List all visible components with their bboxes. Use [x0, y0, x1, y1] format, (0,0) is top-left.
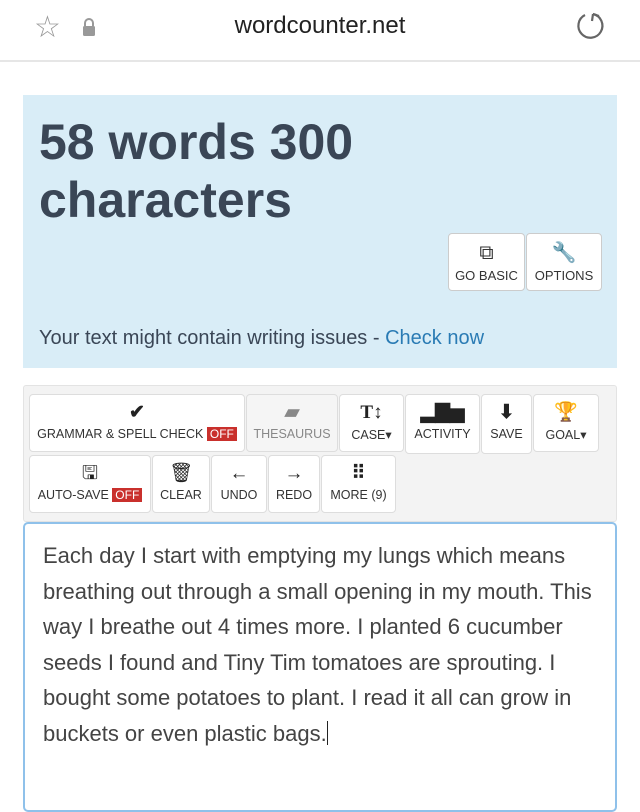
grammar-label: GRAMMAR & SPELL CHECK [37, 427, 204, 441]
stats-panel: 58 words 300 characters ⧉ GO BASIC 🔧 OPTION… [23, 95, 617, 368]
undo-button[interactable]: ← UNDO [211, 455, 267, 513]
editor-text: Each day I start with emptying my lungs … [43, 543, 592, 746]
floppy-disk-icon: 🖫 [81, 463, 99, 484]
issues-text: Your text might contain writing issues - [39, 327, 386, 349]
goal-button[interactable]: 🏆 GOAL▾ [533, 394, 599, 452]
check-icon: ✔ [129, 402, 145, 423]
url-bar[interactable]: wordcounter.net [0, 12, 640, 40]
case-button[interactable]: T↕ CASE▾ [339, 394, 404, 452]
thesaurus-label: THESAURUS [253, 427, 331, 441]
undo-label: UNDO [220, 488, 258, 502]
clear-label: CLEAR [160, 488, 202, 502]
auto-save-status-badge: OFF [112, 488, 143, 502]
external-link-icon: ⧉ [479, 242, 494, 264]
options-label: OPTIONS [534, 268, 594, 283]
wrench-icon: 🔧 [551, 242, 577, 264]
grammar-check-button[interactable]: ✔ GRAMMAR & SPELL CHECK OFF [29, 394, 245, 452]
editor-toolbar: ✔ GRAMMAR & SPELL CHECK OFF ▰ THESAURUS T↕… [23, 385, 617, 522]
activity-label: ACTIVITY [414, 427, 471, 441]
options-button[interactable]: 🔧 OPTIONS [526, 233, 602, 291]
text-caret [326, 720, 328, 745]
check-now-link[interactable]: Check now [385, 327, 484, 349]
text-editor[interactable]: Each day I start with emptying my lungs … [23, 522, 617, 812]
reload-icon[interactable] [574, 10, 606, 42]
activity-button[interactable]: ▂▇▅ ACTIVITY [405, 394, 480, 454]
redo-button[interactable]: → REDO [268, 455, 320, 513]
more-label: MORE (9) [330, 488, 387, 502]
word-character-count: 58 words 300 characters [39, 113, 353, 229]
arrow-right-icon: → [284, 463, 304, 484]
auto-save-label: AUTO-SAVE [37, 488, 109, 502]
writing-issues-notice: Your text might contain writing issues -… [39, 327, 484, 350]
goal-label: GOAL [545, 428, 581, 442]
count-line-2: characters [39, 172, 292, 228]
auto-save-button[interactable]: 🖫 AUTO-SAVE OFF [29, 455, 151, 513]
bar-chart-icon: ▂▇▅ [420, 402, 465, 423]
grammar-status-badge: OFF [206, 427, 237, 441]
save-label: SAVE [490, 427, 523, 441]
case-label: CASE [351, 428, 386, 442]
thesaurus-button[interactable]: ▰ THESAURUS [246, 394, 338, 452]
more-button[interactable]: ⠿ MORE (9) [321, 455, 396, 513]
book-icon: ▰ [284, 402, 300, 423]
count-line-1: 58 words 300 [39, 114, 354, 170]
grid-icon: ⠿ [351, 463, 366, 484]
redo-label: REDO [275, 488, 313, 502]
go-basic-button[interactable]: ⧉ GO BASIC [448, 233, 525, 291]
go-basic-label: GO BASIC [455, 268, 518, 283]
browser-toolbar: ☆ wordcounter.net [0, 0, 640, 62]
trash-icon: 🗑 [168, 463, 194, 484]
trophy-icon: 🏆 [554, 402, 578, 423]
save-button[interactable]: ⬇ SAVE [481, 394, 532, 454]
file-download-icon: ⬇ [498, 402, 515, 423]
arrow-left-icon: ← [229, 463, 249, 484]
text-height-icon: T↕ [360, 402, 383, 423]
clear-button[interactable]: 🗑 CLEAR [152, 455, 210, 513]
